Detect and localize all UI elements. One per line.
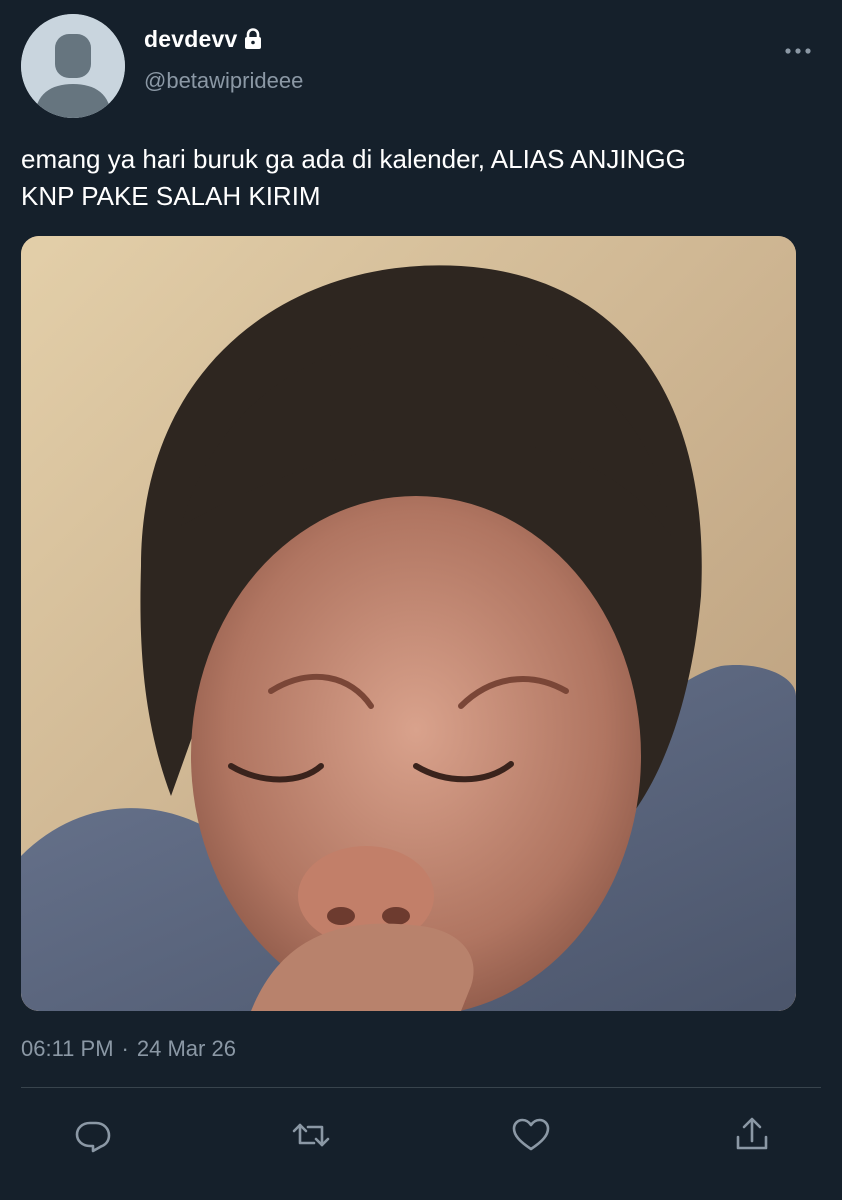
more-options-icon[interactable]	[780, 36, 816, 66]
lock-icon	[243, 27, 263, 50]
divider	[21, 1087, 821, 1088]
reply-button[interactable]	[73, 1115, 113, 1155]
photo-image	[21, 236, 796, 1011]
heart-icon	[512, 1118, 550, 1151]
share-icon	[736, 1117, 768, 1150]
tweet-card: devdevv @betawiprideee emang ya hari bur…	[0, 0, 842, 1200]
retweet-icon	[292, 1123, 330, 1147]
retweet-button[interactable]	[291, 1115, 331, 1155]
author-handle[interactable]: @betawiprideee	[144, 68, 303, 94]
avatar[interactable]	[21, 14, 125, 118]
author-name-row: devdevv	[144, 26, 263, 53]
tweet-timestamp[interactable]: 06:11 PM · 24 Mar 26	[21, 1036, 236, 1062]
timestamp-separator: ·	[121, 1036, 129, 1061]
default-avatar-icon	[21, 14, 125, 118]
action-bar	[0, 1115, 842, 1155]
share-button[interactable]	[732, 1115, 772, 1155]
display-name[interactable]: devdevv	[144, 26, 237, 53]
like-button[interactable]	[511, 1115, 551, 1155]
tweet-time: 06:11 PM	[21, 1036, 114, 1061]
tweet-photo[interactable]	[21, 236, 796, 1011]
reply-icon	[75, 1121, 111, 1153]
tweet-date: 24 Mar 26	[136, 1036, 236, 1061]
tweet-text: emang ya hari buruk ga ada di kalender, …	[21, 144, 686, 211]
